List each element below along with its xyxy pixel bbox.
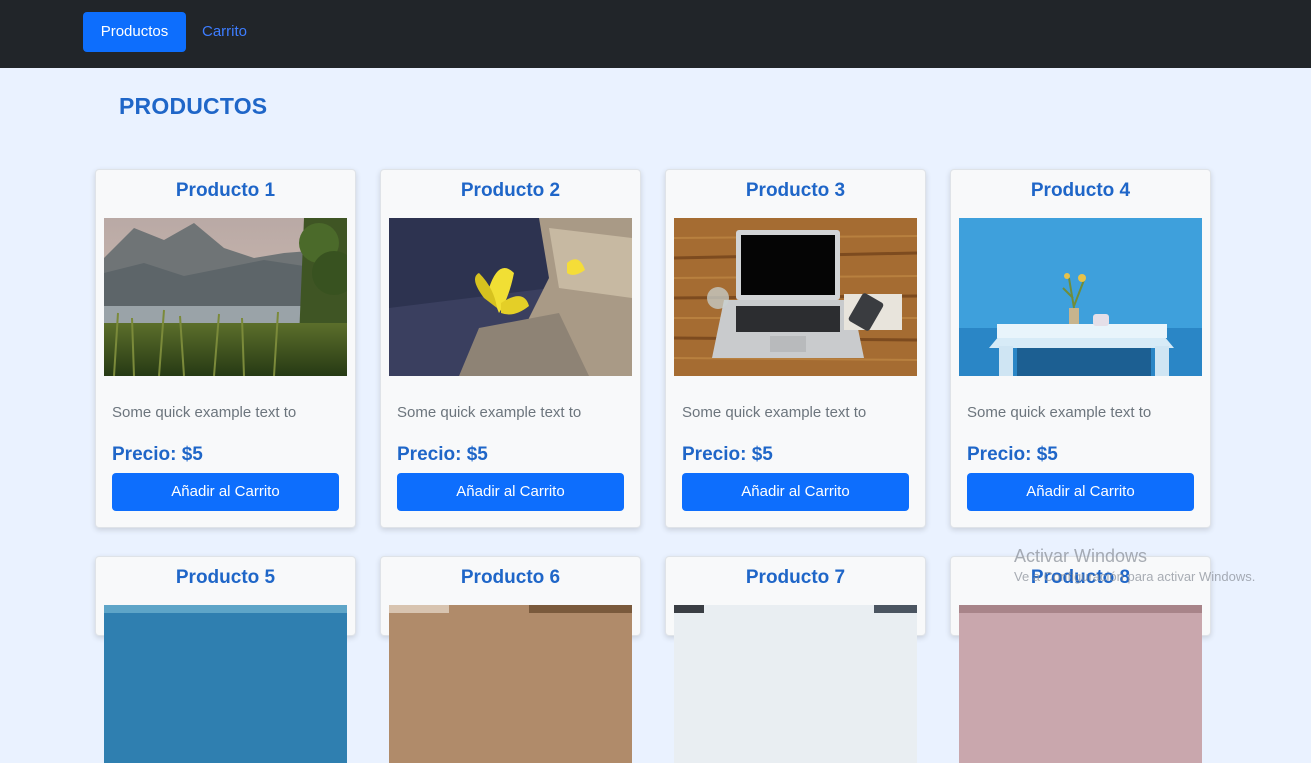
product-image — [959, 218, 1202, 376]
product-image — [959, 605, 1202, 763]
product-card: Producto 7 — [665, 556, 926, 763]
product-title: Producto 5 — [175, 567, 276, 588]
product-image — [389, 218, 632, 376]
product-card: Producto 8 — [950, 556, 1211, 763]
product-title: Producto 6 — [460, 567, 561, 588]
product-price: Precio: $5 — [682, 444, 773, 465]
product-title: Producto 2 — [460, 180, 561, 201]
product-title: Producto 7 — [745, 567, 846, 588]
add-to-cart-button[interactable]: Añadir al Carrito — [397, 473, 624, 511]
nav-productos-button[interactable]: Productos — [83, 12, 186, 52]
product-image — [389, 605, 632, 763]
product-image — [674, 605, 917, 763]
product-description: Some quick example text to — [112, 404, 297, 421]
product-price: Precio: $5 — [397, 444, 488, 465]
product-title: Producto 1 — [175, 180, 276, 201]
add-to-cart-button[interactable]: Añadir al Carrito — [967, 473, 1194, 511]
product-title: Producto 8 — [1030, 567, 1131, 588]
product-description: Some quick example text to — [682, 404, 867, 421]
product-image — [104, 218, 347, 376]
product-image — [104, 605, 347, 763]
product-card: Producto 3 Some quick example text to Pr… — [665, 169, 926, 528]
product-card: Producto 6 — [380, 556, 641, 763]
navbar: Productos Carrito — [0, 0, 1311, 68]
add-to-cart-button[interactable]: Añadir al Carrito — [682, 473, 909, 511]
product-card: Producto 1 Some quick example text to Pr… — [95, 169, 356, 528]
add-to-cart-button[interactable]: Añadir al Carrito — [112, 473, 339, 511]
product-price: Precio: $5 — [112, 444, 203, 465]
product-description: Some quick example text to — [397, 404, 582, 421]
product-title: Producto 4 — [1030, 180, 1131, 201]
product-card: Producto 2 Some quick example text to Pr… — [380, 169, 641, 528]
product-price: Precio: $5 — [967, 444, 1058, 465]
product-image — [674, 218, 917, 376]
product-card: Producto 5 — [95, 556, 356, 763]
product-description: Some quick example text to — [967, 404, 1152, 421]
product-card: Producto 4 Some quick example text to Pr… — [950, 169, 1211, 528]
product-title: Producto 3 — [745, 180, 846, 201]
nav-carrito-link[interactable]: Carrito — [186, 12, 263, 52]
page-title: PRODUCTOS — [119, 93, 268, 119]
